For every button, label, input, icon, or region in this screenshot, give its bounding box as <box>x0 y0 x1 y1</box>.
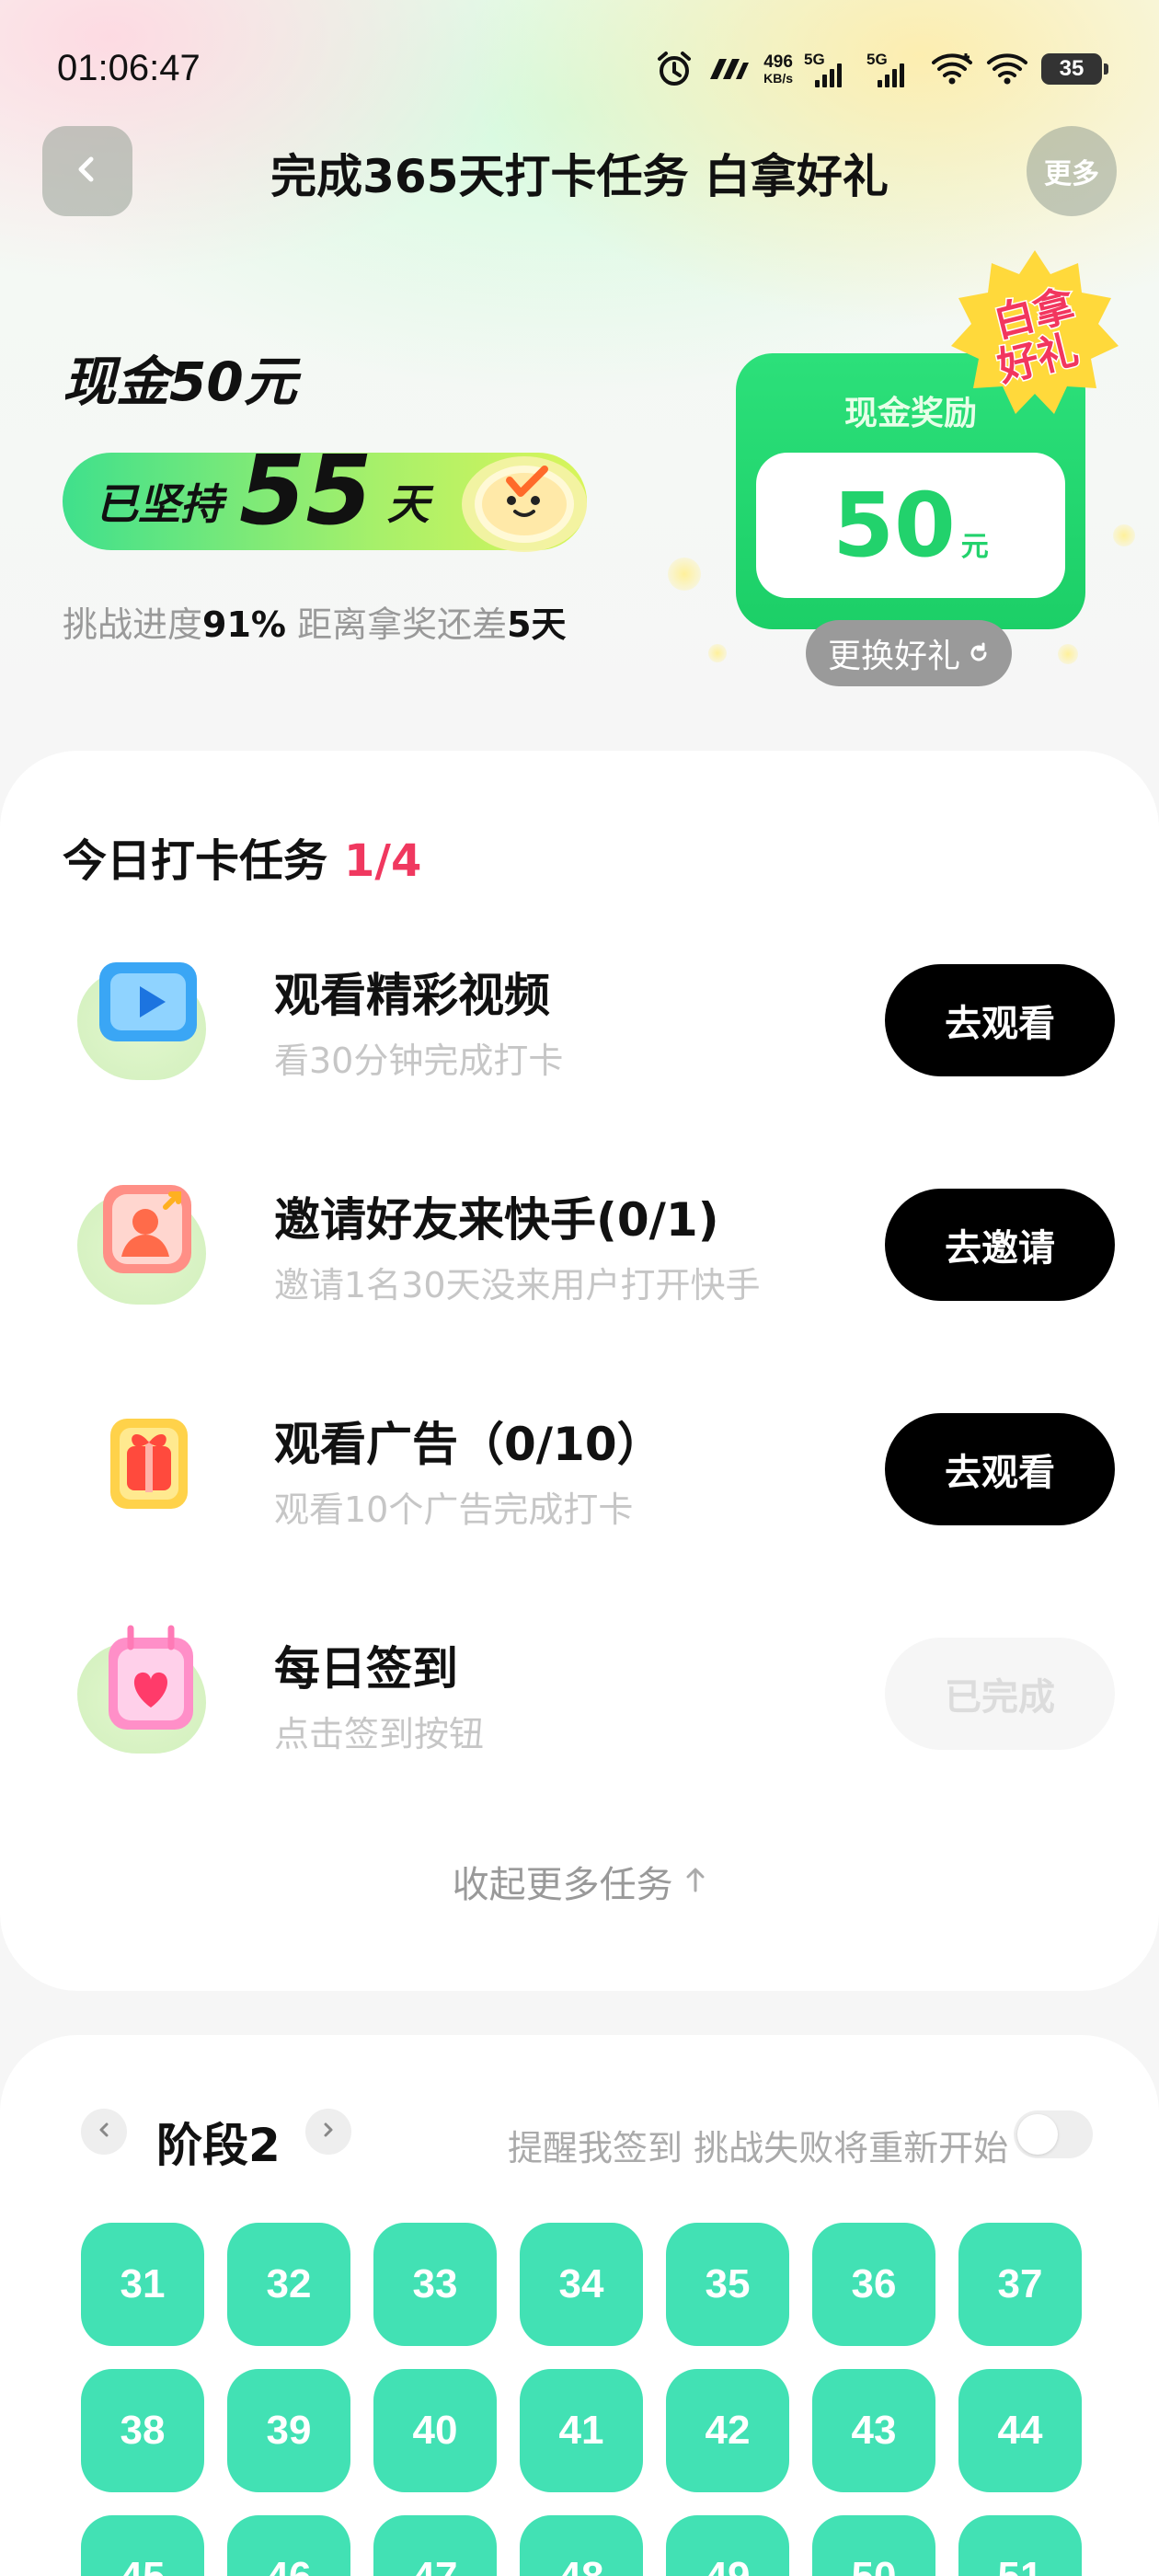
sparkle <box>1113 524 1135 546</box>
day-cell[interactable]: 33 <box>373 2223 497 2346</box>
prize-title: 现金50元 <box>63 351 297 413</box>
task-row: 每日签到 点击签到按钮 已完成 <box>0 1597 1159 1781</box>
day-grid: 31323334353637 38394041424344 45 46 47 48 49 50… <box>81 2223 1093 2576</box>
signal-sim2-icon: 5G <box>866 51 918 87</box>
task-subtitle: 邀请1名30天没来用户打开快手 <box>274 1265 761 1305</box>
chevron-left-icon <box>96 2122 112 2142</box>
sim2-label: 5G <box>866 51 888 68</box>
day-cell[interactable]: 37 <box>958 2223 1082 2346</box>
task-subtitle: 点击签到按钮 <box>274 1714 485 1754</box>
remaining-label: 距离拿奖还差 <box>297 604 508 645</box>
status-icons: 496 KB/s 5G 5G 35 <box>655 46 1108 92</box>
day-cell[interactable]: 51 <box>958 2515 1082 2576</box>
progress-label: 挑战进度 <box>63 604 203 645</box>
tasks-count: 1/4 <box>344 835 422 887</box>
day-cell[interactable]: 45 <box>81 2515 204 2576</box>
change-gift-label: 更换好礼 <box>827 638 960 675</box>
chevron-left-icon <box>72 154 103 189</box>
day-cell[interactable]: 42 <box>666 2369 789 2492</box>
status-time: 01:06:47 <box>57 48 201 88</box>
net-speed: 496 KB/s <box>763 53 793 86</box>
task-title: 观看广告（0/10） <box>274 1418 663 1471</box>
app-notification-icon <box>706 55 751 83</box>
day-cell[interactable]: 49 <box>666 2515 789 2576</box>
reminder-toggle[interactable] <box>1014 2110 1093 2158</box>
net-speed-unit: KB/s <box>763 70 793 86</box>
prev-stage-button[interactable] <box>81 2109 127 2155</box>
more-button[interactable]: 更多 <box>1027 126 1117 216</box>
status-bar: 01:06:47 496 KB/s 5G 5G 35 <box>0 0 1159 138</box>
change-gift-button[interactable]: 更换好礼 <box>806 620 1012 686</box>
back-button[interactable] <box>42 126 132 216</box>
day-cell[interactable]: 32 <box>227 2223 350 2346</box>
day-cell[interactable]: 44 <box>958 2369 1082 2492</box>
day-cell[interactable]: 36 <box>812 2223 935 2346</box>
alarm-icon <box>655 50 694 88</box>
stage-label: 阶段2 <box>156 2119 281 2172</box>
signal-sim1-icon: 5G <box>804 51 855 87</box>
sparkle <box>668 558 701 591</box>
day-cell[interactable]: 38 <box>81 2369 204 2492</box>
gift-badge: 白拿 好礼 <box>947 247 1122 421</box>
task-title: 观看精彩视频 <box>274 969 550 1022</box>
day-cell[interactable]: 43 <box>812 2369 935 2492</box>
task-action-button[interactable]: 去观看 <box>885 1413 1115 1525</box>
sparkle <box>1058 644 1078 664</box>
task-subtitle: 看30分钟完成打卡 <box>274 1041 564 1081</box>
collapse-label: 收起更多任务 <box>452 1864 673 1906</box>
page-title: 完成365天打卡任务 白拿好礼 <box>270 150 889 203</box>
day-cell[interactable]: 48 <box>520 2515 643 2576</box>
reward-amount: 50 <box>832 474 956 577</box>
sim1-label: 5G <box>804 51 825 68</box>
video-play-icon <box>77 942 224 1080</box>
task-completed-button: 已完成 <box>885 1638 1115 1750</box>
day-cell[interactable]: 31 <box>81 2223 204 2346</box>
day-cell[interactable]: 35 <box>666 2223 789 2346</box>
sparkle <box>708 644 727 662</box>
tasks-card: 今日打卡任务 1/4 观看精彩视频 看30分钟完成打卡 去观看 邀请好友来快手(… <box>0 751 1159 1991</box>
mascot-icon <box>456 443 592 558</box>
day-cell[interactable]: 41 <box>520 2369 643 2492</box>
arrow-up-icon <box>684 1860 706 1903</box>
day-cell[interactable]: 39 <box>227 2369 350 2492</box>
reward-amount-box: 50 元 <box>756 453 1065 598</box>
toggle-knob <box>1017 2114 1058 2155</box>
day-cell[interactable]: 50 <box>812 2515 935 2576</box>
gift-box-icon <box>77 1391 224 1529</box>
refresh-icon <box>968 635 990 673</box>
task-row: 观看精彩视频 看30分钟完成打卡 去观看 <box>0 924 1159 1108</box>
stage-card: 阶段2 提醒我签到 挑战失败将重新开始 31 32 33 34 35 36 37 38 39 40… <box>0 2035 1159 2576</box>
progress-percent: 91% <box>202 604 286 645</box>
streak-days: 55 <box>239 434 373 546</box>
net-speed-value: 496 <box>763 52 793 72</box>
task-title: 每日签到 <box>274 1642 458 1696</box>
day-cell[interactable]: 47 <box>373 2515 497 2576</box>
invite-user-icon <box>77 1167 224 1305</box>
task-action-button[interactable]: 去观看 <box>885 964 1115 1076</box>
heart-calendar-icon <box>77 1616 224 1754</box>
progress-line: 挑战进度91% 距离拿奖还差5天 <box>63 596 567 647</box>
tasks-heading-label: 今日打卡任务 <box>63 835 328 887</box>
reminder-text: 提醒我签到 挑战失败将重新开始 <box>508 2128 1009 2168</box>
reward-unit: 元 <box>960 531 989 563</box>
streak-suffix: 天 <box>386 479 430 529</box>
wifi-icon-2 <box>986 52 1028 86</box>
wifi-icon <box>931 52 973 86</box>
task-row: 观看广告（0/10） 观看10个广告完成打卡 去观看 <box>0 1373 1159 1557</box>
day-cell[interactable]: 40 <box>373 2369 497 2492</box>
battery-icon: 35 <box>1041 53 1108 85</box>
day-cell[interactable]: 34 <box>520 2223 643 2346</box>
task-row: 邀请好友来快手(0/1) 邀请1名30天没来用户打开快手 去邀请 <box>0 1148 1159 1332</box>
next-stage-button[interactable] <box>305 2109 351 2155</box>
collapse-tasks-link[interactable]: 收起更多任务 <box>0 1855 1159 1908</box>
remaining-days: 5天 <box>507 604 567 645</box>
day-cell[interactable]: 46 <box>227 2515 350 2576</box>
streak-prefix: 已坚持 <box>96 479 223 529</box>
tasks-heading: 今日打卡任务 1/4 <box>63 824 421 889</box>
task-subtitle: 观看10个广告完成打卡 <box>274 1489 634 1530</box>
task-title: 邀请好友来快手(0/1) <box>274 1193 719 1247</box>
chevron-right-icon <box>320 2122 337 2142</box>
task-action-button[interactable]: 去邀请 <box>885 1189 1115 1301</box>
